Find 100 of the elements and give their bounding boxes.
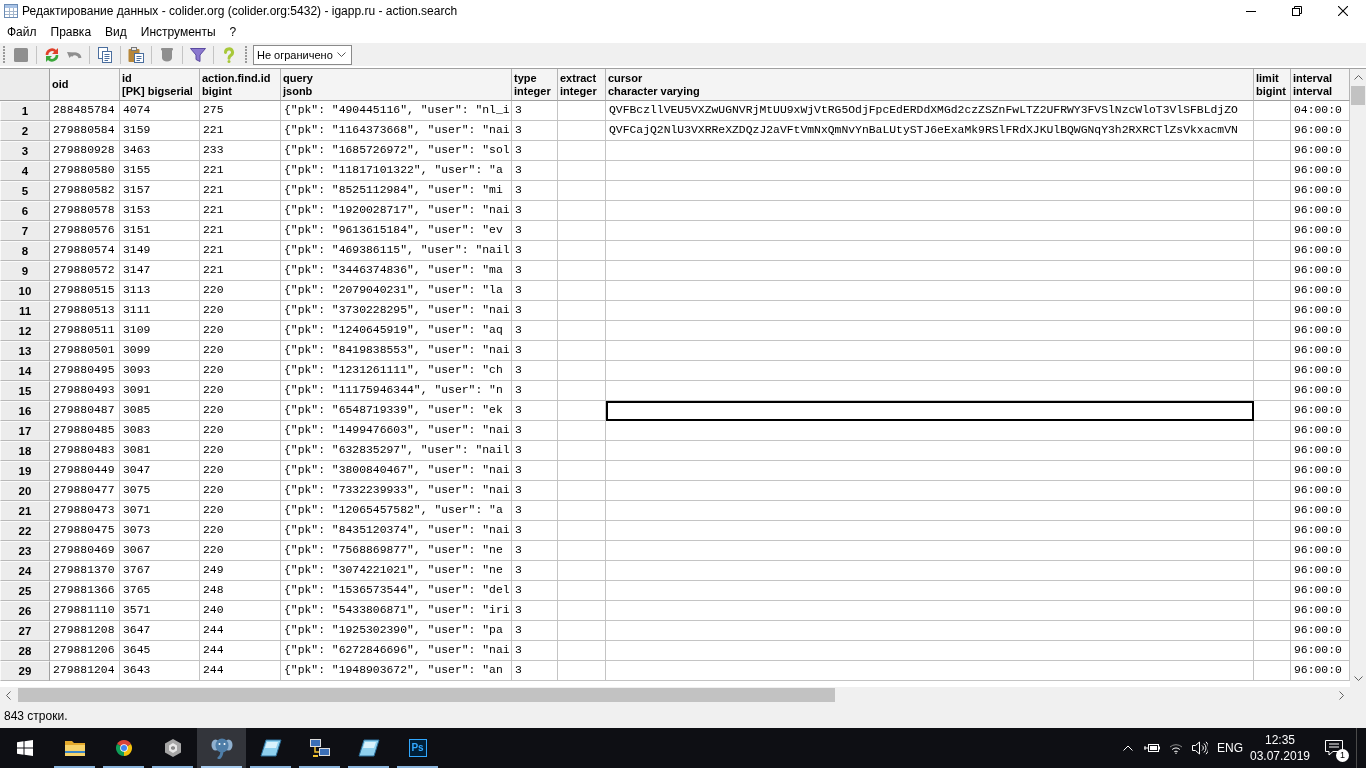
clock[interactable]: 12:35 03.07.2019 — [1248, 728, 1312, 768]
column-header[interactable]: action.find.id bigint — [200, 69, 281, 101]
row-header[interactable]: 5 — [0, 181, 50, 201]
row-header[interactable]: 23 — [0, 541, 50, 561]
scroll-left-icon[interactable] — [6, 690, 11, 700]
row-header[interactable]: 29 — [0, 661, 50, 681]
row-header[interactable]: 17 — [0, 421, 50, 441]
table-cell: 3 — [512, 361, 558, 381]
column-header[interactable]: id [PK] bigserial — [120, 69, 200, 101]
table-cell: 279880515 — [50, 281, 120, 301]
row-header[interactable]: 26 — [0, 601, 50, 621]
paste-icon[interactable] — [128, 46, 144, 63]
column-header[interactable]: limit bigint — [1254, 69, 1291, 101]
row-header[interactable]: 13 — [0, 341, 50, 361]
row-header[interactable]: 18 — [0, 441, 50, 461]
table-cell: 3 — [512, 581, 558, 601]
table-cell: {"pk": "1685726972", "user": "sol — [281, 141, 512, 161]
row-header[interactable]: 4 — [0, 161, 50, 181]
table-cell: 220 — [200, 361, 281, 381]
table-cell: 220 — [200, 501, 281, 521]
wifi-icon[interactable] — [1169, 742, 1183, 754]
table-cell: 3073 — [120, 521, 200, 541]
row-header[interactable]: 16 — [0, 401, 50, 421]
row-limit-dropdown[interactable]: Не ограничено — [253, 44, 352, 65]
row-header[interactable]: 1 — [0, 101, 50, 121]
scrollbar-thumb[interactable] — [1351, 86, 1365, 105]
row-header[interactable]: 25 — [0, 581, 50, 601]
row-header[interactable]: 22 — [0, 521, 50, 541]
table-cell: 279880582 — [50, 181, 120, 201]
table-cell: 279880469 — [50, 541, 120, 561]
table-cell: {"pk": "1240645919", "user": "aq — [281, 321, 512, 341]
vertical-scrollbar[interactable] — [1350, 69, 1366, 687]
row-header[interactable]: 9 — [0, 261, 50, 281]
table-cell: 3 — [512, 201, 558, 221]
row-header[interactable]: 28 — [0, 641, 50, 661]
windows-logo-icon[interactable] — [17, 740, 33, 756]
refresh-icon[interactable] — [44, 46, 60, 63]
row-header[interactable]: 21 — [0, 501, 50, 521]
table-cell: 279880511 — [50, 321, 120, 341]
language-indicator[interactable]: ENG — [1212, 728, 1248, 768]
copy-icon[interactable] — [97, 46, 113, 63]
scroll-up-icon[interactable] — [1353, 75, 1363, 80]
scroll-down-icon[interactable] — [1353, 676, 1363, 681]
column-type: character varying — [608, 84, 700, 98]
speaker-icon[interactable] — [1192, 741, 1208, 755]
table-cell: 3083 — [120, 421, 200, 441]
menu-item[interactable]: Вид — [98, 23, 134, 42]
restore-icon[interactable] — [1292, 6, 1302, 16]
column-header[interactable]: cursor character varying — [606, 69, 1254, 101]
row-header[interactable]: 19 — [0, 461, 50, 481]
table-cell: {"pk": "11175946344", "user": "n — [281, 381, 512, 401]
table-cell: 3111 — [120, 301, 200, 321]
menu-item[interactable]: Правка — [43, 23, 99, 42]
grip-icon[interactable] — [245, 45, 248, 64]
table-cell: 220 — [200, 281, 281, 301]
selected-cell[interactable] — [606, 401, 1254, 421]
close-icon[interactable] — [1338, 6, 1348, 16]
menu-item[interactable]: Инструменты — [133, 23, 223, 42]
table-cell: 3 — [512, 541, 558, 561]
row-header[interactable]: 11 — [0, 301, 50, 321]
column-type: jsonb — [283, 84, 313, 98]
menu-item[interactable]: ? — [222, 23, 244, 42]
table-icon — [4, 4, 18, 18]
battery-icon[interactable] — [1144, 743, 1160, 753]
table-cell: 279881208 — [50, 621, 120, 641]
row-header[interactable]: 8 — [0, 241, 50, 261]
row-header[interactable]: 7 — [0, 221, 50, 241]
row-header[interactable]: 27 — [0, 621, 50, 641]
table-cell: 3643 — [120, 661, 200, 681]
table-cell: 221 — [200, 181, 281, 201]
table-cell: 233 — [200, 141, 281, 161]
grip-icon[interactable] — [3, 45, 6, 64]
table-cell: {"pk": "1231261111", "user": "ch — [281, 361, 512, 381]
row-header[interactable]: 24 — [0, 561, 50, 581]
row-header[interactable]: 3 — [0, 141, 50, 161]
horizontal-scrollbar[interactable] — [0, 687, 1350, 703]
column-header[interactable]: interval interval — [1291, 69, 1350, 101]
chevron-up-icon[interactable] — [1122, 745, 1133, 751]
row-header[interactable]: 6 — [0, 201, 50, 221]
menu-item[interactable]: Файл — [0, 23, 44, 42]
notification-icon[interactable] — [1325, 740, 1343, 756]
corner-cell[interactable] — [0, 69, 50, 101]
row-header[interactable]: 15 — [0, 381, 50, 401]
taskbar-button[interactable] — [197, 728, 246, 768]
row-header[interactable]: 2 — [0, 121, 50, 141]
row-header[interactable]: 20 — [0, 481, 50, 501]
row-header[interactable]: 14 — [0, 361, 50, 381]
row-header[interactable]: 10 — [0, 281, 50, 301]
table-cell: {"pk": "3446374836", "user": "ma — [281, 261, 512, 281]
filter-icon[interactable] — [190, 46, 206, 63]
scrollbar-thumb[interactable] — [18, 688, 835, 702]
column-header[interactable]: oid — [50, 69, 120, 101]
column-header[interactable]: extract integer — [558, 69, 606, 101]
table-cell: {"pk": "6548719339", "user": "ek — [281, 401, 512, 421]
scroll-right-icon[interactable] — [1339, 690, 1344, 700]
column-header[interactable]: query jsonb — [281, 69, 512, 101]
column-header[interactable]: type integer — [512, 69, 558, 101]
table-cell: 3 — [512, 381, 558, 401]
minimize-icon[interactable] — [1246, 10, 1256, 12]
row-header[interactable]: 12 — [0, 321, 50, 341]
